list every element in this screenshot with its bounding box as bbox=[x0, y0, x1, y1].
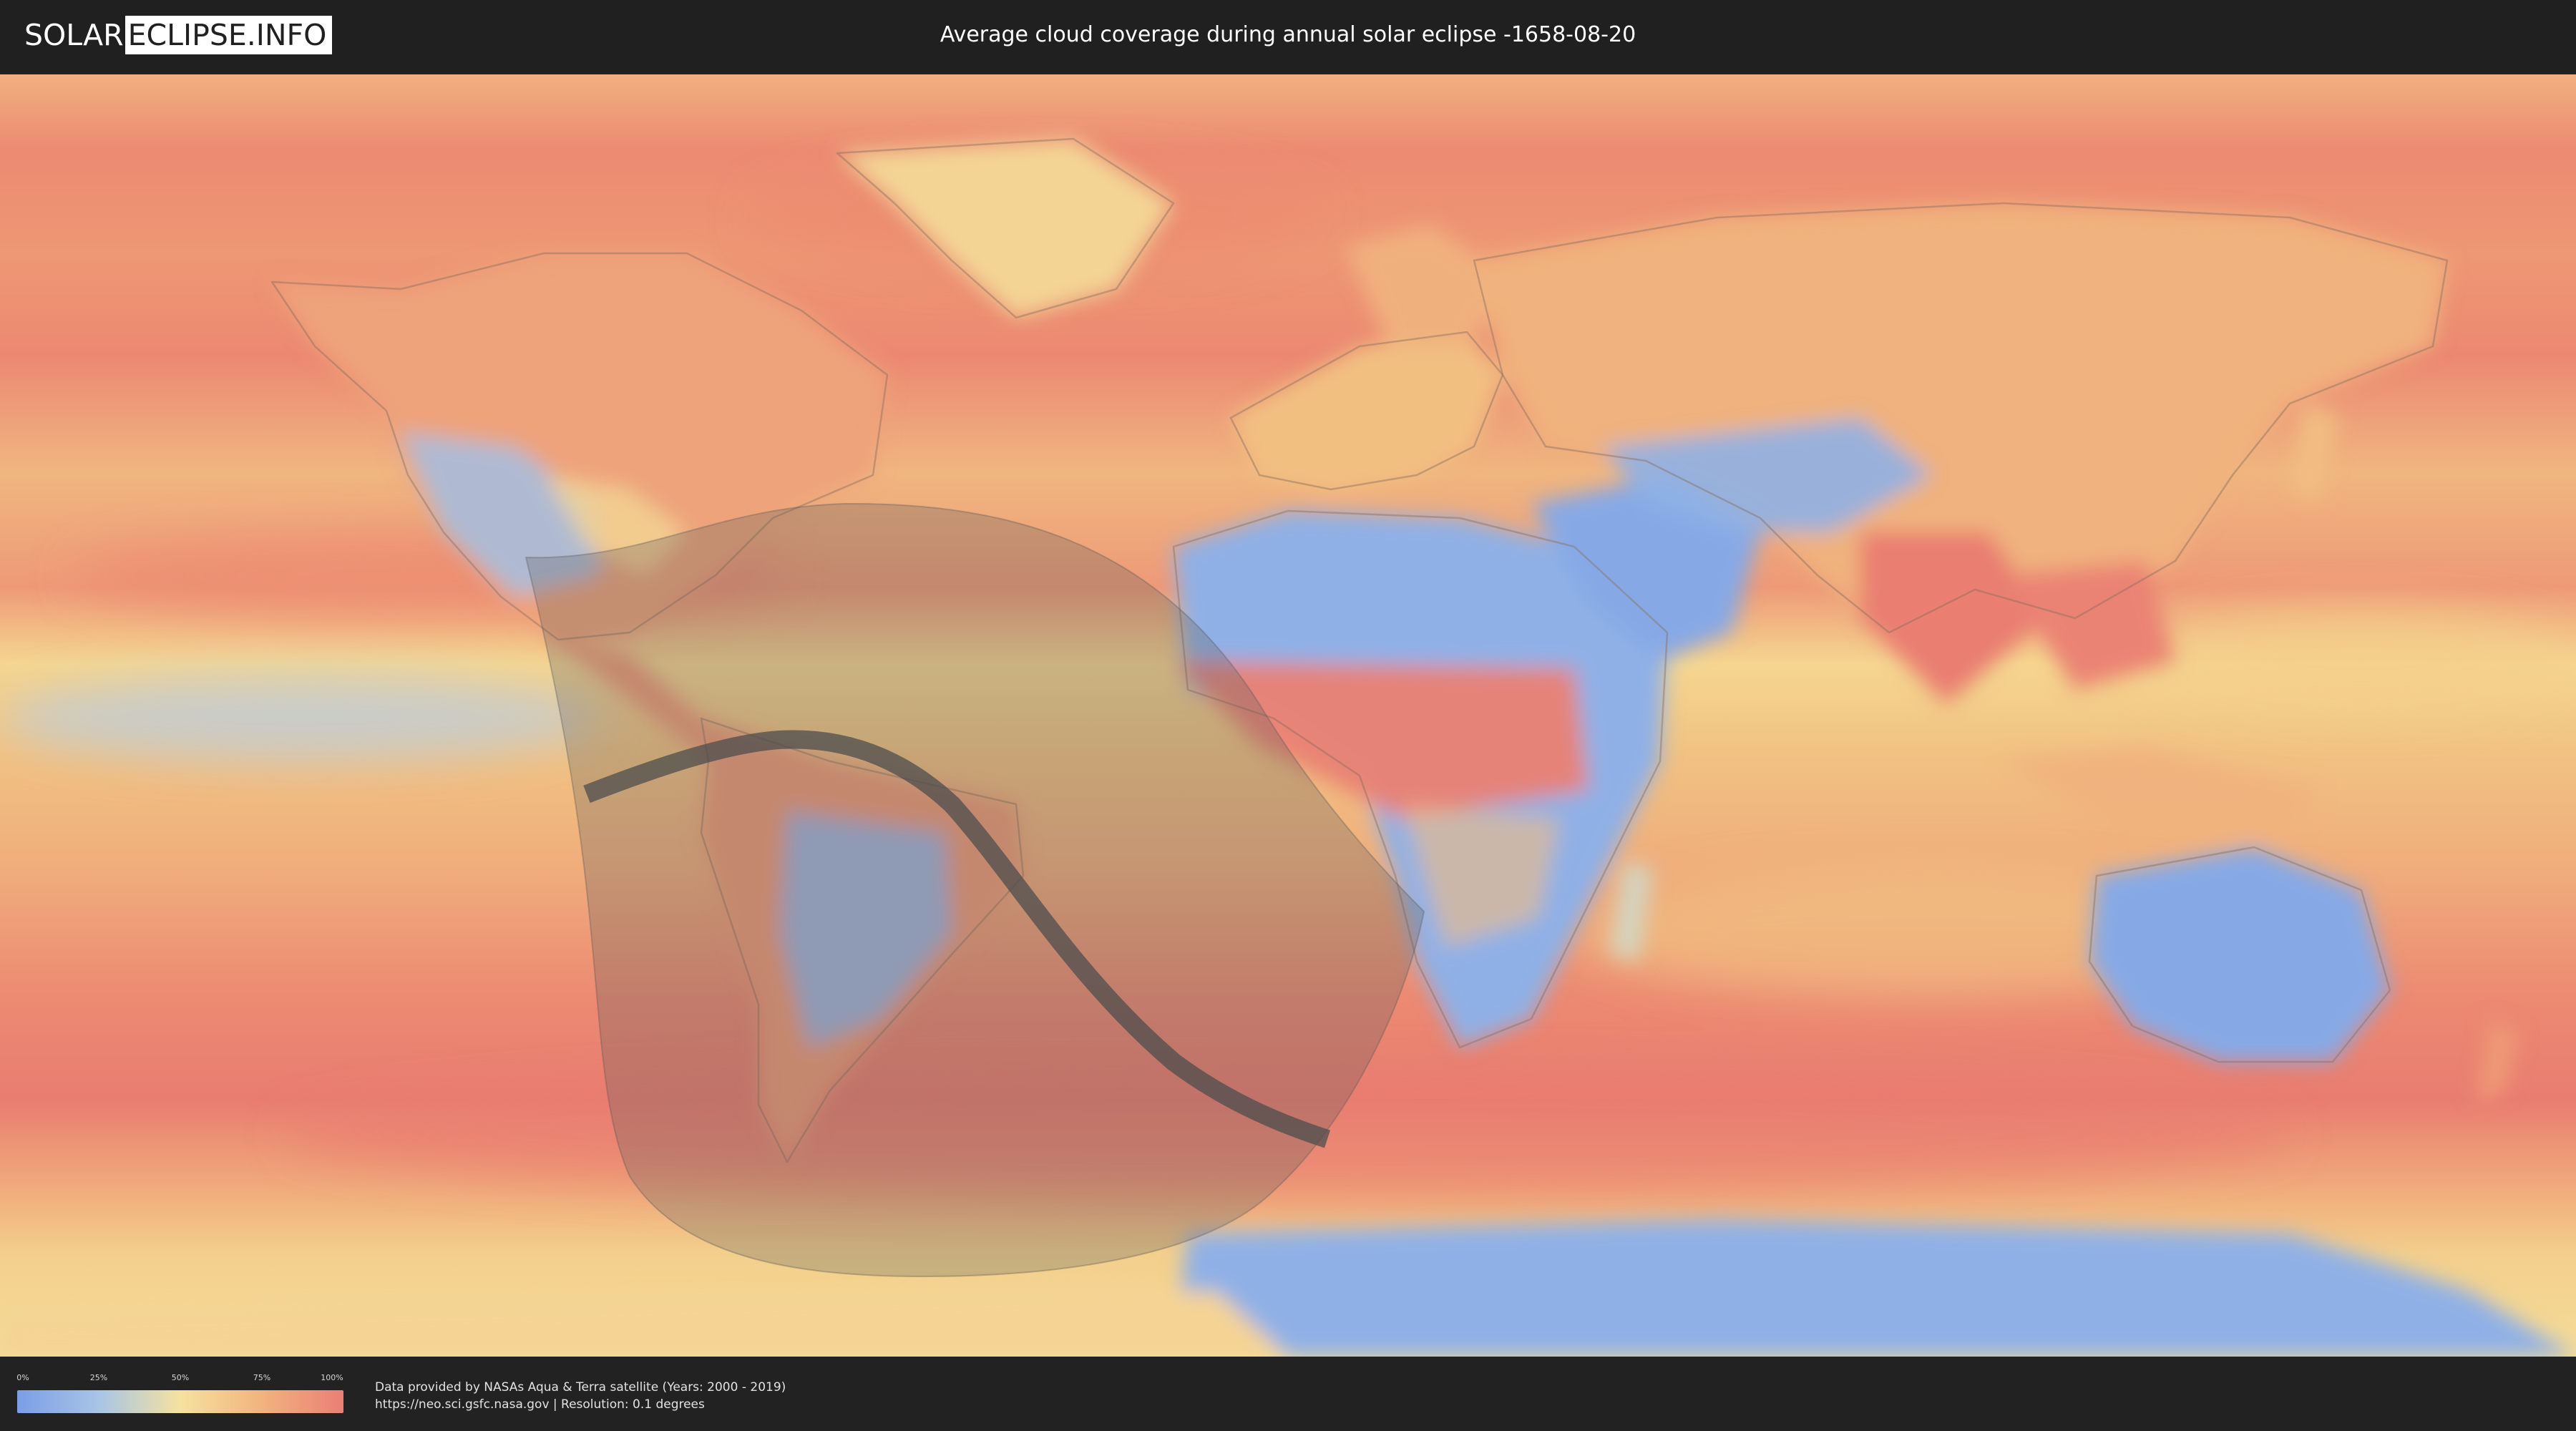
legend-color-bar bbox=[17, 1390, 343, 1413]
credits-line-source: Data provided by NASAs Aqua & Terra sate… bbox=[375, 1380, 786, 1395]
page-title: Average cloud coverage during annual sol… bbox=[940, 22, 1636, 47]
cloud-coverage-map bbox=[0, 74, 2576, 1357]
legend-tick-25: 25% bbox=[89, 1373, 108, 1382]
cloud-coverage-legend: 0% 25% 50% 75% 100% bbox=[16, 1373, 343, 1413]
legend-tick-75: 75% bbox=[253, 1373, 271, 1382]
footer-bar: 0% 25% 50% 75% 100% Data provided by NAS… bbox=[0, 1359, 2576, 1431]
world-map-svg bbox=[0, 74, 2576, 1357]
header-bar: SOLAR ECLIPSE.INFO Average cloud coverag… bbox=[0, 0, 2576, 72]
legend-tick-0: 0% bbox=[16, 1373, 29, 1382]
legend-tick-50: 50% bbox=[171, 1373, 190, 1382]
legend-tick-100: 100% bbox=[321, 1373, 343, 1382]
credits-line-resolution: https://neo.sci.gsfc.nasa.gov | Resoluti… bbox=[375, 1397, 705, 1412]
data-credits: Data provided by NASAs Aqua & Terra sate… bbox=[375, 1379, 786, 1413]
